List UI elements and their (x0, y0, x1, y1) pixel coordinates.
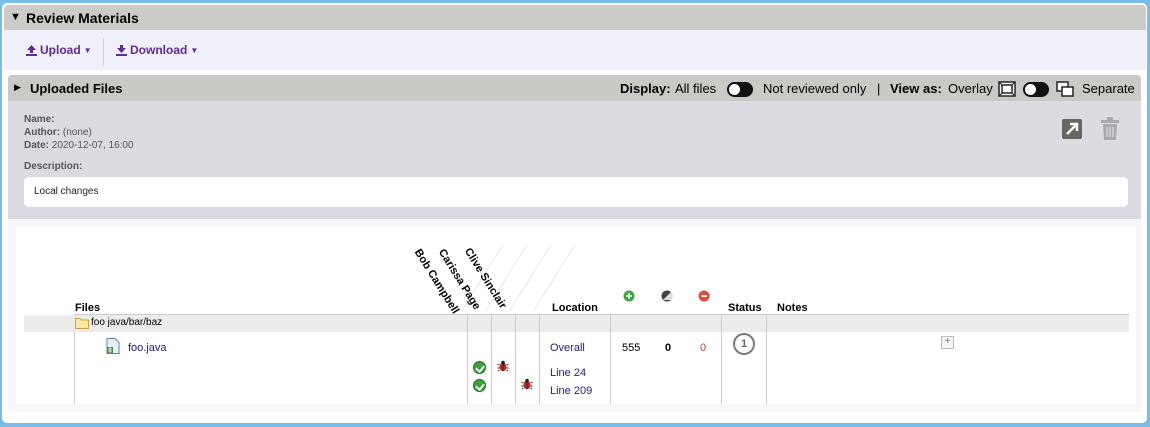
removed-icon (698, 290, 710, 302)
location-line-209[interactable]: Line 209 (550, 385, 592, 397)
check-icon (473, 361, 486, 374)
author-value: (none) (62, 127, 92, 138)
section-title: Review Materials (26, 10, 139, 26)
date-label: Date: (24, 140, 50, 151)
col-status: Status (728, 302, 762, 314)
display-toggle[interactable] (727, 82, 753, 97)
date-row: Date: 2020-12-07, 16:00 (24, 140, 134, 151)
location-line-24[interactable]: Line 24 (550, 367, 586, 379)
uploaded-files-panel: ▶ Uploaded Files Display: All files Not … (8, 75, 1141, 412)
java-file-icon (106, 338, 120, 354)
external-link-icon (1066, 122, 1079, 135)
location-overall[interactable]: Overall (550, 342, 585, 354)
check-icon (473, 379, 486, 392)
removed-count: 0 (700, 342, 707, 354)
name-label: Name: (24, 114, 55, 125)
author-label: Author: (24, 127, 61, 138)
files-area: Bob Campbell Carissa Page Clive Sinclair… (8, 219, 1141, 412)
view-as-label: View as: (890, 81, 942, 96)
section-header[interactable]: ▼ Review Materials (4, 5, 1146, 30)
download-icon (116, 45, 127, 56)
toolbar: Upload ▼ Download ▼ (4, 30, 1146, 70)
bug-icon (497, 360, 509, 372)
description-text: Local changes (34, 186, 99, 197)
upload-label: Upload (40, 43, 81, 57)
display-label: Display: (620, 81, 671, 96)
toolbar-divider (103, 38, 104, 66)
download-label: Download (130, 43, 188, 57)
bug-icon (521, 378, 533, 390)
view-toggle[interactable] (1023, 82, 1049, 97)
folder-path: foo java/bar/baz (91, 317, 163, 328)
name-row: Name: (24, 114, 55, 125)
col-location: Location (552, 302, 598, 314)
folder-icon (75, 318, 89, 329)
changed-count: 0 (665, 342, 672, 354)
expand-triangle-icon[interactable]: ▶ (14, 82, 21, 93)
files-table: Bob Campbell Carissa Page Clive Sinclair… (16, 227, 1136, 404)
trash-icon[interactable] (1099, 117, 1121, 141)
added-icon (623, 290, 635, 302)
grid-line (515, 315, 516, 404)
display-option-all[interactable]: All files (675, 81, 716, 96)
review-materials-frame: ▼ Review Materials Upload ▼ Download ▼ ▶ U… (2, 3, 1147, 423)
changed-icon (661, 290, 673, 302)
upload-button[interactable]: Upload ▼ (26, 43, 92, 57)
col-notes: Notes (777, 302, 808, 314)
grid-line (766, 315, 767, 404)
open-external-button[interactable] (1062, 119, 1082, 139)
grid-line (74, 332, 75, 404)
folder-row[interactable]: foo java/bar/baz (24, 315, 1129, 332)
added-count: 555 (622, 342, 641, 354)
download-button[interactable]: Download ▼ (116, 43, 198, 57)
view-option-separate[interactable]: Separate (1082, 81, 1135, 96)
overlay-icon[interactable] (998, 81, 1016, 97)
panel-header[interactable]: ▶ Uploaded Files Display: All files Not … (8, 75, 1141, 101)
date-value: 2020-12-07, 16:00 (51, 140, 134, 151)
reviewer-divider (509, 245, 552, 311)
display-option-unreviewed[interactable]: Not reviewed only (763, 81, 866, 96)
view-option-overlay[interactable]: Overlay (948, 81, 993, 96)
grid-line (467, 315, 468, 404)
grid-line (610, 315, 611, 404)
upload-icon (26, 45, 37, 56)
chevron-down-icon: ▼ (190, 46, 199, 55)
panel-title: Uploaded Files (30, 81, 123, 96)
file-link[interactable]: foo.java (128, 342, 167, 354)
separator: | (877, 81, 881, 96)
status-badge[interactable]: 1 (733, 333, 755, 355)
grid-line (539, 315, 540, 404)
col-files: Files (75, 302, 101, 314)
separate-icon[interactable] (1056, 81, 1074, 97)
file-info: Name: Author: (none) Date: 2020-12-07, 1… (8, 101, 1141, 219)
chevron-down-icon: ▼ (83, 46, 92, 55)
description-label: Description: (24, 161, 83, 172)
collapse-triangle-icon[interactable]: ▼ (10, 11, 21, 23)
grid-line (721, 315, 722, 404)
description-box: Local changes (24, 177, 1128, 207)
grid-line (491, 315, 492, 404)
author-row: Author: (none) (24, 127, 92, 138)
display-controls: Display: All files Not reviewed only | V… (620, 81, 1141, 99)
add-note-button[interactable]: + (941, 336, 954, 349)
status-value: 1 (740, 338, 748, 350)
